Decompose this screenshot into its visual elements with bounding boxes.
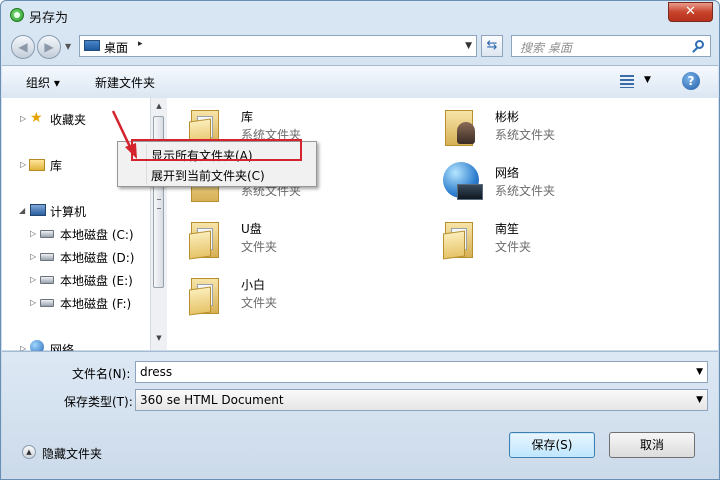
drive-d-icon bbox=[40, 253, 54, 261]
save-form: 文件名(N): dress ▼ 保存类型(T): 360 se HTML Doc… bbox=[2, 351, 718, 479]
filetype-select[interactable]: 360 se HTML Document ▼ bbox=[135, 389, 708, 411]
navigation-bar: ◀ ▶ ▼ 桌面 ▸ ▼ ⇆ 搜索 桌面 bbox=[1, 31, 719, 61]
item-type: 系统文件夹 bbox=[495, 184, 556, 198]
library-icon bbox=[29, 159, 45, 171]
filename-label: 文件名(N): bbox=[72, 367, 131, 381]
highlight-box bbox=[131, 139, 302, 161]
address-location[interactable]: 桌面 bbox=[104, 39, 128, 56]
item-name: 彬彬 bbox=[495, 110, 520, 124]
sidebar-item-drive-c[interactable]: 本地磁盘 (C:) bbox=[60, 226, 134, 243]
filename-value[interactable]: dress bbox=[140, 365, 172, 379]
organize-menu-button[interactable]: 组织 ▾ bbox=[26, 74, 60, 91]
hide-folders-button[interactable]: 隐藏文件夹 bbox=[42, 445, 102, 462]
sidebar-scrollbar[interactable]: ▲ ▼ bbox=[150, 98, 167, 350]
filename-dropdown-icon[interactable]: ▼ bbox=[696, 367, 703, 377]
expand-arrow-icon[interactable]: ▷ bbox=[30, 298, 36, 307]
expand-arrow-icon[interactable]: ▷ bbox=[30, 252, 36, 261]
expand-arrow-icon[interactable]: ▷ bbox=[20, 114, 26, 123]
item-name: U盘 bbox=[241, 222, 262, 236]
filename-field[interactable]: dress ▼ bbox=[135, 361, 708, 383]
title-bar: 另存为 ✕ bbox=[1, 1, 719, 31]
item-type: 文件夹 bbox=[241, 240, 278, 254]
expand-arrow-icon[interactable]: ▷ bbox=[20, 160, 26, 169]
file-item-network[interactable]: 网络 系统文件夹 bbox=[443, 162, 683, 212]
expand-arrow-icon[interactable]: ▷ bbox=[30, 275, 36, 284]
filetype-label: 保存类型(T): bbox=[64, 395, 133, 409]
search-placeholder: 搜索 桌面 bbox=[520, 41, 572, 55]
file-item-user[interactable]: 彬彬 系统文件夹 bbox=[443, 106, 683, 156]
sidebar-item-drive-e[interactable]: 本地磁盘 (E:) bbox=[60, 272, 133, 289]
sidebar-item-computer[interactable]: 计算机 bbox=[50, 203, 86, 220]
expand-arrow-icon[interactable]: ▷ bbox=[30, 229, 36, 238]
command-toolbar: 组织 ▾ 新建文件夹 ▼ ? bbox=[2, 65, 718, 99]
annotation-arrow-icon bbox=[111, 110, 137, 159]
sidebar-item-libraries[interactable]: 库 bbox=[50, 157, 62, 174]
computer-icon bbox=[30, 204, 46, 216]
favorites-star-icon: ★ bbox=[30, 110, 43, 126]
save-button[interactable]: 保存(S) bbox=[509, 432, 595, 458]
address-bar[interactable]: 桌面 ▸ ▼ bbox=[79, 35, 477, 57]
item-type: 文件夹 bbox=[495, 240, 532, 254]
item-name: 库 bbox=[241, 110, 254, 124]
file-item-xiaobai[interactable]: 小白 文件夹 bbox=[189, 274, 429, 324]
search-input[interactable]: 搜索 桌面 bbox=[511, 35, 711, 57]
file-item-nansheng[interactable]: 南笙 文件夹 bbox=[443, 218, 683, 268]
menu-item-expand-to-current[interactable]: 展开到当前文件夹(C) bbox=[151, 167, 265, 184]
item-name: 南笙 bbox=[495, 222, 520, 236]
help-icon[interactable]: ? bbox=[682, 72, 700, 90]
scroll-up-icon[interactable]: ▲ bbox=[153, 102, 165, 114]
sidebar-item-favorites[interactable]: 收藏夹 bbox=[50, 111, 86, 128]
app-icon bbox=[10, 8, 24, 22]
recent-pages-dropdown-icon[interactable]: ▼ bbox=[65, 42, 73, 51]
folder-icon bbox=[189, 218, 221, 260]
hide-folders-icon[interactable]: ▲ bbox=[22, 445, 36, 459]
collapse-arrow-icon[interactable]: ◢ bbox=[19, 206, 25, 215]
window-title: 另存为 bbox=[29, 11, 69, 26]
save-as-dialog: 另存为 ✕ ◀ ▶ ▼ 桌面 ▸ ▼ ⇆ 搜索 桌面 组织 ▾ 新建文件夹 ▼ … bbox=[0, 0, 720, 480]
filetype-dropdown-icon[interactable]: ▼ bbox=[696, 395, 703, 405]
folder-icon bbox=[189, 274, 221, 316]
item-type: 文件夹 bbox=[241, 296, 278, 310]
drive-c-icon bbox=[40, 230, 54, 238]
back-arrow-icon[interactable]: ◀ bbox=[11, 35, 35, 59]
file-item-usb[interactable]: U盘 文件夹 bbox=[189, 218, 429, 268]
user-folder-icon bbox=[443, 106, 475, 146]
breadcrumb-separator[interactable]: ▸ bbox=[138, 39, 143, 49]
filetype-value[interactable]: 360 se HTML Document bbox=[140, 393, 284, 407]
network-globe-icon bbox=[443, 162, 483, 200]
scroll-grip bbox=[157, 199, 161, 209]
new-folder-button[interactable]: 新建文件夹 bbox=[95, 74, 155, 91]
sidebar-item-drive-d[interactable]: 本地磁盘 (D:) bbox=[60, 249, 134, 266]
forward-arrow-icon[interactable]: ▶ bbox=[37, 35, 61, 59]
item-name: 网络 bbox=[495, 166, 520, 180]
folder-icon bbox=[443, 218, 475, 260]
refresh-button[interactable]: ⇆ bbox=[481, 35, 503, 57]
cancel-button[interactable]: 取消 bbox=[609, 432, 695, 458]
scroll-down-icon[interactable]: ▼ bbox=[153, 334, 165, 346]
drive-e-icon bbox=[40, 276, 54, 284]
address-dropdown-icon[interactable]: ▼ bbox=[465, 41, 472, 51]
desktop-icon bbox=[84, 40, 100, 51]
search-icon[interactable] bbox=[695, 40, 704, 49]
close-button[interactable]: ✕ bbox=[668, 2, 713, 22]
item-type: 系统文件夹 bbox=[495, 128, 556, 142]
item-name: 小白 bbox=[241, 278, 266, 292]
view-options-icon[interactable] bbox=[620, 75, 634, 88]
drive-f-icon bbox=[40, 299, 54, 307]
view-dropdown-icon[interactable]: ▼ bbox=[644, 75, 651, 85]
sidebar-item-drive-f[interactable]: 本地磁盘 (F:) bbox=[60, 295, 131, 312]
